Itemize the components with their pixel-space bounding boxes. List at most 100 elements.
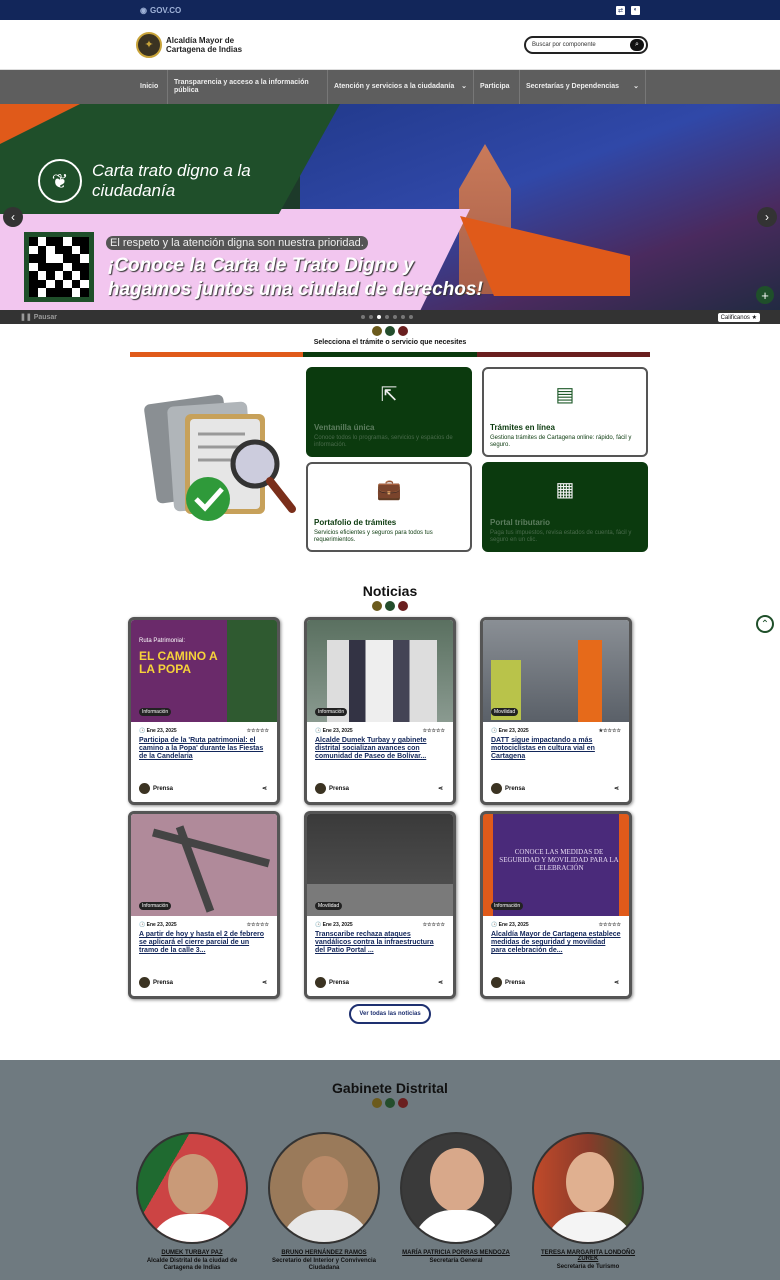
- carousel-dot[interactable]: [385, 315, 390, 319]
- share-icon[interactable]: ⋖: [438, 979, 443, 986]
- site-header: ✦ Alcaldía Mayor de Cartagena de Indias …: [0, 20, 780, 70]
- carousel-dot[interactable]: [377, 315, 382, 319]
- carousel-dot[interactable]: [361, 315, 366, 319]
- chevron-down-icon: ⌄: [633, 83, 639, 90]
- news-header: Noticias: [0, 583, 780, 611]
- qr-code: [24, 232, 94, 302]
- category-badge: Información: [139, 902, 172, 910]
- service-card-portal-tributario[interactable]: ▦ Portal tributario Paga tus impuestos, …: [482, 462, 648, 552]
- pause-button[interactable]: ❚❚ Pausar: [20, 313, 57, 321]
- accessibility-icon[interactable]: ◐: [631, 5, 640, 15]
- rating-stars[interactable]: ☆☆☆☆☆: [423, 922, 445, 928]
- news-title-link[interactable]: Participa de la 'Ruta patrimonial: el ca…: [131, 734, 277, 768]
- news-author: Prensa: [139, 977, 173, 988]
- carousel-next-button[interactable]: ›: [757, 207, 777, 227]
- news-title-link[interactable]: Transcaribe rechaza ataques vandálicos c…: [307, 928, 453, 962]
- hero-carousel: ❦ Carta trato digno a la ciudadanía El r…: [0, 104, 780, 324]
- news-card[interactable]: Movilidad 🕓 Ene 23, 2025 ★☆☆☆☆ DATT sigue…: [480, 617, 632, 805]
- see-all-news-button[interactable]: Ver todas las noticias: [349, 1004, 431, 1024]
- rate-button[interactable]: Calificanos ★: [717, 312, 760, 322]
- service-card-ventanilla[interactable]: ⇱ Ventanilla única Conoce todos lo progr…: [306, 367, 472, 457]
- news-image: Movilidad: [483, 620, 629, 722]
- share-icon[interactable]: ⋖: [262, 785, 267, 792]
- share-icon[interactable]: ⋖: [438, 785, 443, 792]
- news-title-link[interactable]: DATT sigue impactando a más motociclista…: [483, 734, 629, 768]
- service-card-portafolio[interactable]: 💼 Portafolio de trámites Servicios efici…: [306, 462, 472, 552]
- news-title-link[interactable]: Alcaldía Mayor de Cartagena establece me…: [483, 928, 629, 962]
- tricolor-bar: [130, 352, 650, 357]
- cabinet-member[interactable]: TERESA MARGARITA LONDOÑO ZUREK Secretarí…: [532, 1132, 644, 1271]
- tax-document-icon: ▦: [555, 478, 575, 501]
- news-author: Prensa: [315, 977, 349, 988]
- news-card[interactable]: Información 🕓 Ene 23, 2025 ☆☆☆☆☆ A partir…: [128, 811, 280, 999]
- folder-magnifier-illustration: [144, 394, 296, 521]
- online-form-icon: ▤: [555, 383, 575, 406]
- carousel-prev-button[interactable]: ‹: [3, 207, 23, 227]
- avatar: [315, 783, 326, 794]
- services-header: Selecciona el trámite o servicio que nec…: [0, 326, 780, 357]
- cabinet-member[interactable]: BRUNO HERNÁNDEZ RAMOS Secretario del Int…: [268, 1132, 380, 1272]
- nav-item-atencion[interactable]: Atención y servicios a la ciudadanía ⌄: [328, 70, 474, 104]
- gov-logo-icon: ◉: [140, 5, 147, 15]
- avatar: [139, 783, 150, 794]
- carousel-dots: [361, 315, 414, 319]
- rating-stars[interactable]: ☆☆☆☆☆: [423, 728, 445, 734]
- handshake-heart-icon: ❦: [38, 159, 82, 203]
- category-badge: Información: [315, 708, 348, 716]
- services-section: ⇱ Ventanilla única Conoce todos lo progr…: [0, 367, 780, 567]
- news-card[interactable]: Información 🕓 Ene 23, 2025 ☆☆☆☆☆ Alcalde …: [304, 617, 456, 805]
- scroll-to-top-icon[interactable]: ⌃: [756, 615, 774, 633]
- service-card-tramites-linea[interactable]: ▤ Trámites en línea Gestiona trámites de…: [482, 367, 648, 457]
- search-icon[interactable]: ⌕: [630, 38, 644, 51]
- news-author: Prensa: [315, 783, 349, 794]
- rating-stars[interactable]: ☆☆☆☆☆: [599, 922, 621, 928]
- news-title-link[interactable]: Alcalde Dumek Turbay y gabinete distrita…: [307, 734, 453, 768]
- cabinet-member[interactable]: DUMEK TURBAY PAZ Alcalde Distrital de la…: [136, 1132, 248, 1272]
- share-icon[interactable]: ⋖: [614, 979, 619, 986]
- news-title-link[interactable]: A partir de hoy y hasta el 2 de febrero …: [131, 928, 277, 962]
- rating-stars[interactable]: ☆☆☆☆☆: [247, 728, 269, 734]
- category-badge: Información: [491, 902, 524, 910]
- news-image: Información: [131, 814, 277, 916]
- news-image: CONOCE LAS MEDIDAS DE SEGURIDAD Y MOVILI…: [483, 814, 629, 916]
- logo-link[interactable]: ✦ Alcaldía Mayor de Cartagena de Indias: [136, 31, 243, 58]
- category-badge: Información: [139, 708, 172, 716]
- hero-title: ❦ Carta trato digno a la ciudadanía: [38, 159, 252, 203]
- language-icon[interactable]: ⇄: [616, 5, 625, 15]
- cabinet-section: Gabinete Distrital DUMEK TURBAY PAZ Alca…: [0, 1060, 780, 1280]
- carousel-dot[interactable]: [409, 315, 414, 319]
- member-photo: [136, 1132, 248, 1244]
- nav-item-secretarias[interactable]: Secretarías y Dependencias ⌄: [520, 70, 646, 104]
- expand-plus-button[interactable]: +: [756, 286, 774, 304]
- tricolor-dots: [0, 1098, 780, 1108]
- share-icon[interactable]: ⋖: [262, 979, 267, 986]
- hero-tagline: El respeto y la atención digna son nuest…: [106, 236, 368, 250]
- rating-stars[interactable]: ★☆☆☆☆: [599, 728, 621, 734]
- category-badge: Movilidad: [491, 708, 519, 716]
- nav-item-inicio[interactable]: Inicio: [134, 70, 168, 104]
- city-seal-icon: ✦: [136, 31, 162, 58]
- category-badge: Movilidad: [315, 902, 343, 910]
- news-date: 🕓 Ene 23, 2025: [315, 922, 353, 928]
- news-date: 🕓 Ene 23, 2025: [139, 728, 177, 734]
- logo-text: Alcaldía Mayor de Cartagena de Indias: [166, 35, 243, 54]
- nav-item-transparencia[interactable]: Transparencia y acceso a la información …: [168, 70, 328, 104]
- carousel-dot[interactable]: [369, 315, 374, 319]
- carousel-dot[interactable]: [401, 315, 406, 319]
- cabinet-member[interactable]: MARÍA PATRICIA PORRAS MENDOZA Secretaría…: [400, 1132, 512, 1265]
- news-image: Movilidad: [307, 814, 453, 916]
- news-card[interactable]: CONOCE LAS MEDIDAS DE SEGURIDAD Y MOVILI…: [480, 811, 632, 999]
- news-card[interactable]: Ruta Patrimonial: EL CAMINO A LA POPA In…: [128, 617, 280, 805]
- share-icon[interactable]: ⋖: [614, 785, 619, 792]
- news-image: Información: [307, 620, 453, 722]
- nav-item-participa[interactable]: Participa: [474, 70, 520, 104]
- news-grid: Ruta Patrimonial: EL CAMINO A LA POPA In…: [0, 611, 780, 1024]
- carousel-dot[interactable]: [393, 315, 398, 319]
- avatar: [315, 977, 326, 988]
- news-card[interactable]: Movilidad 🕓 Ene 23, 2025 ☆☆☆☆☆ Transcarib…: [304, 811, 456, 999]
- tricolor-dots: [0, 326, 780, 336]
- gov-co-link[interactable]: ◉ GOV.CO: [140, 6, 181, 15]
- avatar: [491, 977, 502, 988]
- rating-stars[interactable]: ☆☆☆☆☆: [247, 922, 269, 928]
- search-input[interactable]: Buscar por componente ⌕: [524, 35, 648, 54]
